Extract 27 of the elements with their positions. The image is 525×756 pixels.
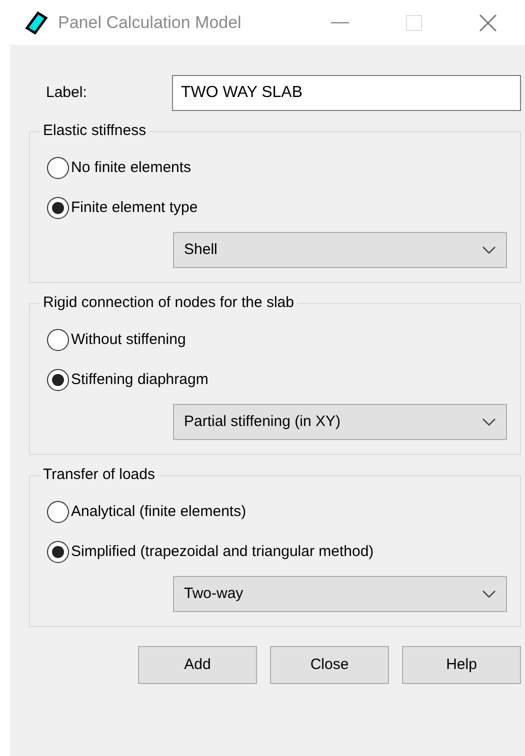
radio-label[interactable]: No finite elements — [71, 156, 192, 180]
radio-button[interactable] — [47, 329, 69, 351]
radio-button[interactable] — [47, 369, 69, 391]
radio-button[interactable] — [47, 197, 69, 219]
field-label: Label: — [45, 82, 88, 103]
dialog-button[interactable]: Help — [402, 646, 521, 684]
chevron-down-icon — [482, 418, 496, 426]
label-field[interactable]: TWO WAY SLAB — [172, 75, 521, 111]
radio-button[interactable] — [47, 501, 69, 523]
radio-label[interactable]: Simplified (trapezoidal and triangular method) — [71, 540, 374, 564]
minimize-button[interactable] — [331, 22, 349, 24]
radio-label[interactable]: Finite element type — [71, 196, 198, 220]
chevron-down-icon — [482, 246, 496, 254]
dialog-button[interactable]: Add — [138, 646, 257, 684]
radio-label[interactable]: Analytical (finite elements) — [71, 500, 246, 524]
radio-label[interactable]: Without stiffening — [71, 328, 186, 352]
close-button[interactable] — [479, 14, 497, 32]
radio-button[interactable] — [47, 541, 69, 563]
dialog-button[interactable]: Close — [270, 646, 389, 684]
radio-label[interactable]: Stiffening diaphragm — [71, 368, 208, 392]
dropdown[interactable]: Two-way — [173, 576, 507, 612]
window-title: Panel Calculation Model — [58, 12, 242, 34]
app-icon — [24, 10, 48, 36]
dropdown[interactable]: Shell — [173, 232, 507, 268]
chevron-down-icon — [482, 590, 496, 598]
radio-button[interactable] — [47, 157, 69, 179]
dropdown[interactable]: Partial stiffening (in XY) — [173, 404, 507, 440]
